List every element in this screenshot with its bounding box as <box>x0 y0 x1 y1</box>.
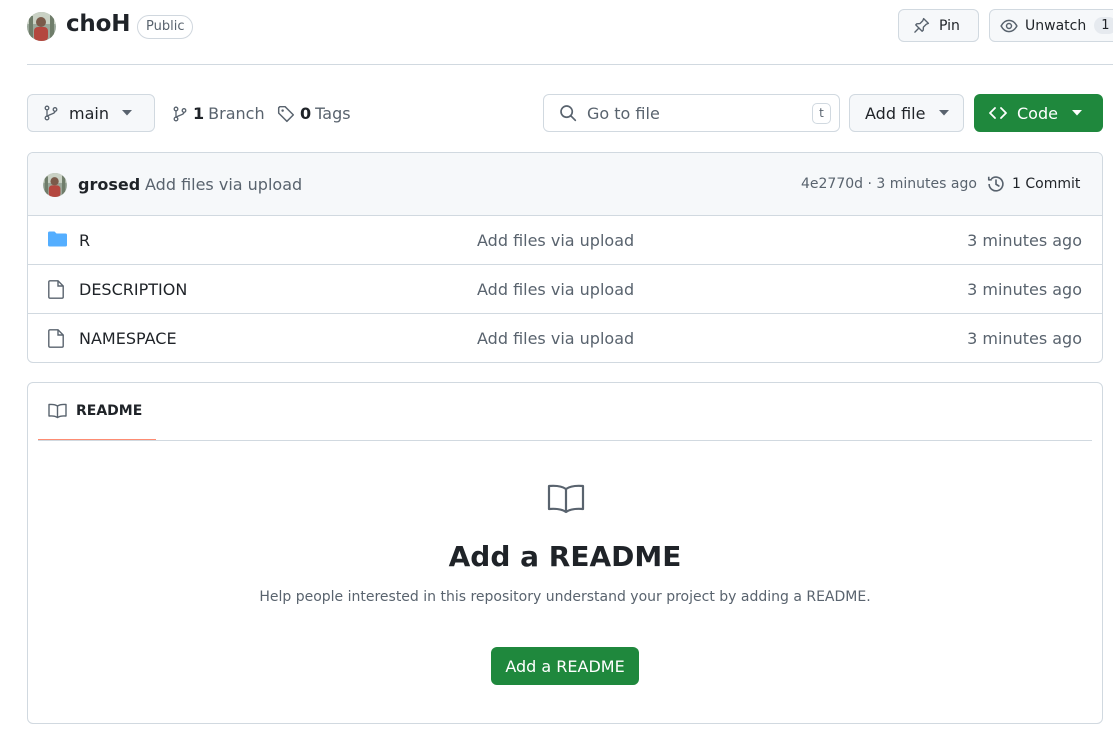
commit-hash-time[interactable]: 4e2770d · 3 minutes ago <box>801 176 977 192</box>
readme-empty-title: Add a README <box>448 540 682 573</box>
add-readme-button[interactable]: Add a README <box>491 647 639 685</box>
file-row[interactable]: NAMESPACE Add files via upload 3 minutes… <box>28 314 1102 362</box>
code-label: Code <box>1017 103 1058 123</box>
readme-panel: README Add a README Help people interest… <box>27 382 1103 724</box>
file-commit-time: 3 minutes ago <box>967 231 1082 250</box>
branch-selector[interactable]: main <box>27 94 155 132</box>
file-row[interactable]: R Add files via upload 3 minutes ago <box>28 216 1102 265</box>
file-commit-time: 3 minutes ago <box>967 280 1082 299</box>
commit-history-link[interactable]: 1 Commit <box>986 174 1080 194</box>
go-to-file-input[interactable]: Go to file t <box>543 94 840 132</box>
tags-link[interactable]: 0 Tags <box>277 104 351 123</box>
folder-icon <box>48 231 67 247</box>
unwatch-button[interactable]: Unwatch 1 <box>989 9 1113 42</box>
branch-count: 1 <box>193 104 205 123</box>
file-commit-time: 3 minutes ago <box>967 329 1082 348</box>
search-placeholder: Go to file <box>587 103 660 123</box>
file-commit-message[interactable]: Add files via upload <box>477 231 634 250</box>
commit-message[interactable]: Add files via upload <box>145 175 302 194</box>
book-icon <box>48 403 67 419</box>
tag-icon <box>277 105 295 123</box>
readme-empty-description: Help people interested in this repositor… <box>259 589 871 605</box>
branch-name: main <box>69 103 109 123</box>
commit-count-label: 1 Commit <box>1012 176 1081 192</box>
header-divider <box>27 64 1113 65</box>
tag-label: Tags <box>315 104 351 123</box>
search-icon <box>559 104 577 122</box>
add-file-label: Add file <box>865 103 926 123</box>
readme-tab-divider <box>38 440 1092 441</box>
branches-link[interactable]: 1 Branch <box>172 104 265 123</box>
keyboard-shortcut-hint: t <box>812 102 831 124</box>
chevron-down-icon <box>1071 110 1082 116</box>
commit-author[interactable]: grosed <box>78 175 140 194</box>
tag-count: 0 <box>300 104 312 123</box>
unwatch-label: Unwatch <box>1025 17 1087 34</box>
git-branch-icon <box>43 105 59 121</box>
book-icon <box>546 483 586 515</box>
file-name[interactable]: DESCRIPTION <box>79 280 187 299</box>
latest-commit-bar: grosed Add files via upload 4e2770d · 3 … <box>28 153 1102 216</box>
pin-button[interactable]: Pin <box>898 9 979 42</box>
tab-readme[interactable]: README <box>38 383 156 441</box>
git-branch-icon <box>172 106 188 122</box>
file-name[interactable]: NAMESPACE <box>79 329 177 348</box>
file-commit-message[interactable]: Add files via upload <box>477 329 634 348</box>
repo-name[interactable]: choH <box>66 11 130 37</box>
file-commit-message[interactable]: Add files via upload <box>477 280 634 299</box>
pin-icon <box>913 17 939 34</box>
watch-count: 1 <box>1094 17 1113 34</box>
file-browser: grosed Add files via upload 4e2770d · 3 … <box>27 152 1103 363</box>
file-icon <box>48 329 64 348</box>
code-icon <box>989 106 1007 120</box>
visibility-badge: Public <box>137 15 194 39</box>
chevron-down-icon <box>939 110 950 116</box>
file-name[interactable]: R <box>79 231 90 250</box>
repo-owner-avatar[interactable] <box>27 12 56 41</box>
add-file-button[interactable]: Add file <box>849 94 964 132</box>
pin-label: Pin <box>939 17 960 34</box>
file-icon <box>48 280 64 299</box>
file-row[interactable]: DESCRIPTION Add files via upload 3 minut… <box>28 265 1102 314</box>
eye-icon <box>1000 17 1025 35</box>
code-button[interactable]: Code <box>974 94 1103 132</box>
history-icon <box>986 174 1006 194</box>
commit-author-avatar[interactable] <box>43 173 67 197</box>
chevron-down-icon <box>121 110 132 116</box>
readme-tab-label: README <box>76 403 143 419</box>
branch-label: Branch <box>208 104 265 123</box>
